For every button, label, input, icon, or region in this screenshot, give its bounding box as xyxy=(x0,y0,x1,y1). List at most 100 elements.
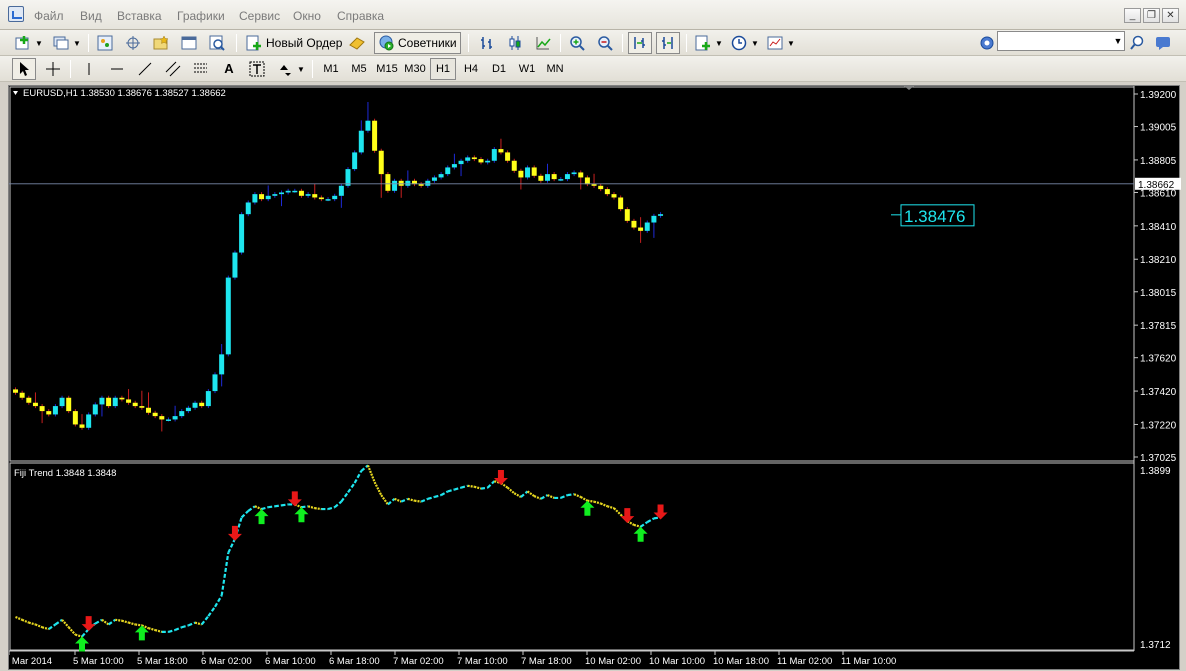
indicators-button[interactable]: ▼ xyxy=(692,32,726,54)
time-tick-label: 10 Mar 10:00 xyxy=(649,656,705,667)
menu-view[interactable]: Вид xyxy=(80,9,102,23)
timeframe-h4[interactable]: H4 xyxy=(458,58,484,80)
callout-value: 1.38476 xyxy=(904,207,965,226)
new-chart-button[interactable]: ▼ xyxy=(12,32,46,54)
restore-icon[interactable]: ❐ xyxy=(1143,8,1160,23)
search-dropdown-icon[interactable]: ▼ xyxy=(1112,32,1124,50)
zoom-out-button[interactable] xyxy=(594,32,616,54)
buy-signal-arrow xyxy=(633,526,648,542)
search-icon xyxy=(1129,35,1145,51)
crosshair-button[interactable] xyxy=(42,58,64,80)
candle-body xyxy=(618,197,624,210)
search-button[interactable] xyxy=(1126,32,1148,54)
candle-body xyxy=(39,406,45,412)
chart-shift-button[interactable] xyxy=(656,32,680,54)
timeframe-m30[interactable]: M30 xyxy=(402,58,428,80)
zoom-in-button[interactable] xyxy=(566,32,588,54)
text-label-button[interactable] xyxy=(246,58,268,80)
candle-body xyxy=(358,130,364,153)
timeframe-w1[interactable]: W1 xyxy=(514,58,540,80)
menu-window[interactable]: Окно xyxy=(293,9,321,23)
expert-advisors-button[interactable]: Советники xyxy=(374,32,461,54)
settings-button[interactable] xyxy=(976,32,998,54)
trendline-button[interactable] xyxy=(134,58,156,80)
chart-canvas[interactable]: 1.392001.390051.388051.386101.384101.382… xyxy=(9,86,1181,671)
trend-down-segment xyxy=(506,486,515,495)
line-chart-button[interactable] xyxy=(532,32,554,54)
bar-chart-button[interactable] xyxy=(476,32,498,54)
terminal-button[interactable] xyxy=(178,32,200,54)
candlestick-chart-button[interactable] xyxy=(504,32,526,54)
text-button[interactable]: A xyxy=(218,58,240,80)
periods-button[interactable]: ▼ xyxy=(728,32,762,54)
fibonacci-button[interactable] xyxy=(190,58,212,80)
menu-insert[interactable]: Вставка xyxy=(117,9,162,23)
menu-tools[interactable]: Сервис xyxy=(239,9,280,23)
candle-body xyxy=(478,159,484,163)
horizontal-line-button[interactable] xyxy=(106,58,128,80)
chart-window[interactable]: 1.39200 1.39005 1.38805 1.38610 1.38410 1.382… xyxy=(8,85,1181,671)
candlestick-icon xyxy=(507,35,523,51)
time-tick-label: 11 Mar 10:00 xyxy=(841,656,896,667)
chat-button[interactable] xyxy=(1152,32,1174,54)
templates-button[interactable]: ▼ xyxy=(764,32,798,54)
candle-body xyxy=(511,160,517,171)
timeframe-d1[interactable]: D1 xyxy=(486,58,512,80)
autotrading-toggle-button[interactable] xyxy=(346,32,368,54)
trend-down-segment xyxy=(194,621,202,626)
main-pane-border xyxy=(9,86,1135,462)
trend-down-segment xyxy=(314,507,322,511)
data-window-button[interactable] xyxy=(150,32,172,54)
new-order-icon xyxy=(246,35,262,51)
new-order-button[interactable]: Новый Ордер xyxy=(243,32,345,54)
candle-body xyxy=(445,167,451,175)
minimize-icon[interactable]: _ xyxy=(1124,8,1141,23)
menu-help[interactable]: Справка xyxy=(337,9,384,23)
price-tick-label: 1.37025 xyxy=(1140,453,1177,464)
menu-charts[interactable]: Графики xyxy=(177,9,225,23)
cursor-button[interactable] xyxy=(12,58,36,80)
candle-body xyxy=(152,412,158,417)
trend-down-segment xyxy=(28,621,36,626)
timeframe-mn[interactable]: MN xyxy=(542,58,568,80)
timeframe-h1[interactable]: H1 xyxy=(430,58,456,80)
equidistant-channel-button[interactable] xyxy=(162,58,184,80)
trend-up-segment xyxy=(520,490,529,498)
profiles-button[interactable]: ▼ xyxy=(50,32,84,54)
navigator-button[interactable] xyxy=(122,32,144,54)
time-tick-label: 5 Mar 10:00 xyxy=(73,656,124,667)
trend-down-segment xyxy=(633,523,641,528)
timeframe-m15[interactable]: M15 xyxy=(374,58,400,80)
candle-body xyxy=(305,194,311,196)
candle-body xyxy=(318,197,324,200)
candle-body xyxy=(119,397,125,400)
timeframe-m1[interactable]: M1 xyxy=(318,58,344,80)
trendline-icon xyxy=(137,61,153,77)
trend-up-segment xyxy=(387,498,396,506)
candle-body xyxy=(285,190,291,193)
horizontal-line-icon xyxy=(109,61,125,77)
close-icon[interactable]: ✕ xyxy=(1162,8,1179,23)
search-input[interactable] xyxy=(997,31,1125,51)
trend-up-segment xyxy=(340,491,349,503)
vertical-line-button[interactable] xyxy=(78,58,100,80)
arrows-button[interactable]: ▼ xyxy=(274,58,308,80)
candle-body xyxy=(538,175,544,181)
tester-button[interactable] xyxy=(206,32,228,54)
trend-down-segment xyxy=(467,484,475,488)
market-watch-button[interactable] xyxy=(94,32,116,54)
trend-down-segment xyxy=(526,490,535,497)
trend-up-segment xyxy=(48,623,57,631)
candle-body xyxy=(205,391,211,407)
menu-file[interactable]: Файл xyxy=(34,9,64,23)
auto-scroll-button[interactable] xyxy=(628,32,652,54)
candle-body xyxy=(378,150,384,175)
timeframe-m5[interactable]: M5 xyxy=(346,58,372,80)
time-tick-label: 7 Mar 10:00 xyxy=(457,656,508,667)
candle-body xyxy=(139,406,145,408)
candle-body xyxy=(59,397,65,407)
price-tick-label: 1.38015 xyxy=(1140,288,1177,299)
candle-body xyxy=(651,215,657,223)
buy-signal-arrow xyxy=(294,507,309,523)
candle-body xyxy=(405,180,411,186)
